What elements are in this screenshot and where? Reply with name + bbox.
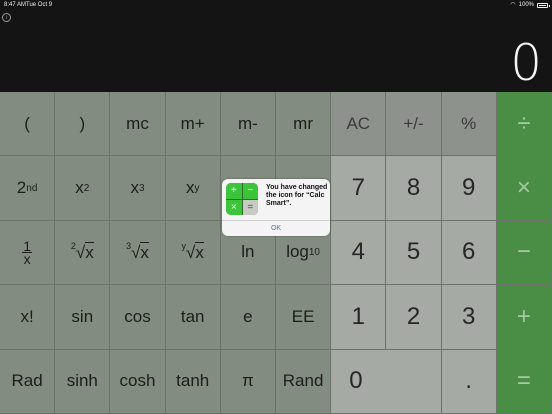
sinh-key[interactable]: sinh bbox=[55, 349, 111, 414]
status-date: Tue Oct 9 bbox=[26, 2, 53, 8]
digit-1-key[interactable]: 1 bbox=[331, 285, 387, 350]
rand-key[interactable]: Rand bbox=[276, 349, 332, 414]
square-root-key[interactable]: 2√x bbox=[55, 220, 111, 286]
digit-5-key[interactable]: 5 bbox=[386, 220, 442, 286]
battery-percent: 100% bbox=[518, 2, 534, 8]
plus-icon: + bbox=[226, 183, 242, 199]
x-squared-key[interactable]: x2 bbox=[55, 156, 111, 221]
tan-key[interactable]: tan bbox=[165, 285, 221, 350]
equals-key[interactable]: = bbox=[496, 349, 552, 414]
calculator-display: 0 bbox=[510, 34, 542, 92]
alert-message: You have changed the icon for “Calc Smar… bbox=[266, 184, 328, 207]
digit-7-key[interactable]: 7 bbox=[331, 156, 387, 221]
add-key[interactable]: + bbox=[496, 285, 552, 350]
cube-root-key[interactable]: 3√x bbox=[110, 220, 166, 286]
decimal-key[interactable]: . bbox=[441, 349, 497, 414]
y-root-key[interactable]: y√x bbox=[165, 220, 221, 286]
digit-4-key[interactable]: 4 bbox=[331, 220, 387, 286]
minus-icon: − bbox=[242, 183, 258, 199]
percent-key[interactable]: % bbox=[441, 92, 497, 157]
wifi-icon: ◠ bbox=[510, 2, 516, 8]
factorial-key[interactable]: x! bbox=[0, 285, 56, 350]
equals-icon: = bbox=[242, 199, 258, 215]
close-paren-key[interactable]: ) bbox=[55, 92, 111, 157]
digit-8-key[interactable]: 8 bbox=[386, 156, 442, 221]
calc-smart-app-icon: + − × = bbox=[226, 183, 258, 215]
digit-9-key[interactable]: 9 bbox=[441, 156, 497, 221]
plus-minus-key[interactable]: +/- bbox=[386, 92, 442, 157]
subtract-key[interactable]: − bbox=[496, 220, 552, 286]
battery-icon bbox=[537, 2, 550, 8]
all-clear-key[interactable]: AC bbox=[331, 92, 387, 157]
digit-2-key[interactable]: 2 bbox=[386, 285, 442, 350]
m-plus-key[interactable]: m+ bbox=[165, 92, 221, 157]
second-function-key[interactable]: 2nd bbox=[0, 156, 56, 221]
sin-key[interactable]: sin bbox=[55, 285, 111, 350]
keypad: ( ) mc m+ m- mr AC +/- % ÷ 2nd x2 x3 xy … bbox=[0, 92, 552, 414]
tanh-key[interactable]: tanh bbox=[165, 349, 221, 414]
status-right: ◠ 100% bbox=[510, 0, 550, 10]
ee-key[interactable]: EE bbox=[276, 285, 332, 350]
mc-key[interactable]: mc bbox=[110, 92, 166, 157]
cosh-key[interactable]: cosh bbox=[110, 349, 166, 414]
cos-key[interactable]: cos bbox=[110, 285, 166, 350]
x-cubed-key[interactable]: x3 bbox=[110, 156, 166, 221]
status-time: 8:47 AM bbox=[4, 2, 27, 8]
status-bar: 8:47 AM Tue Oct 9 ◠ 100% bbox=[0, 0, 552, 10]
m-minus-key[interactable]: m- bbox=[220, 92, 276, 157]
open-paren-key[interactable]: ( bbox=[0, 92, 56, 157]
x-power-y-key[interactable]: xy bbox=[165, 156, 221, 221]
divide-key[interactable]: ÷ bbox=[496, 92, 552, 157]
info-icon[interactable]: i bbox=[2, 13, 11, 22]
mr-key[interactable]: mr bbox=[276, 92, 332, 157]
ok-button[interactable]: OK bbox=[222, 221, 330, 236]
digit-6-key[interactable]: 6 bbox=[441, 220, 497, 286]
reciprocal-key[interactable]: 1x bbox=[0, 220, 56, 286]
multiply-icon: × bbox=[226, 199, 242, 215]
digit-0-key[interactable]: 0 bbox=[331, 349, 442, 414]
digit-3-key[interactable]: 3 bbox=[441, 285, 497, 350]
e-key[interactable]: e bbox=[220, 285, 276, 350]
rad-key[interactable]: Rad bbox=[0, 349, 56, 414]
icon-changed-alert: + − × = You have changed the icon for “C… bbox=[222, 179, 330, 236]
multiply-key[interactable]: × bbox=[496, 156, 552, 221]
pi-key[interactable]: π bbox=[220, 349, 276, 414]
